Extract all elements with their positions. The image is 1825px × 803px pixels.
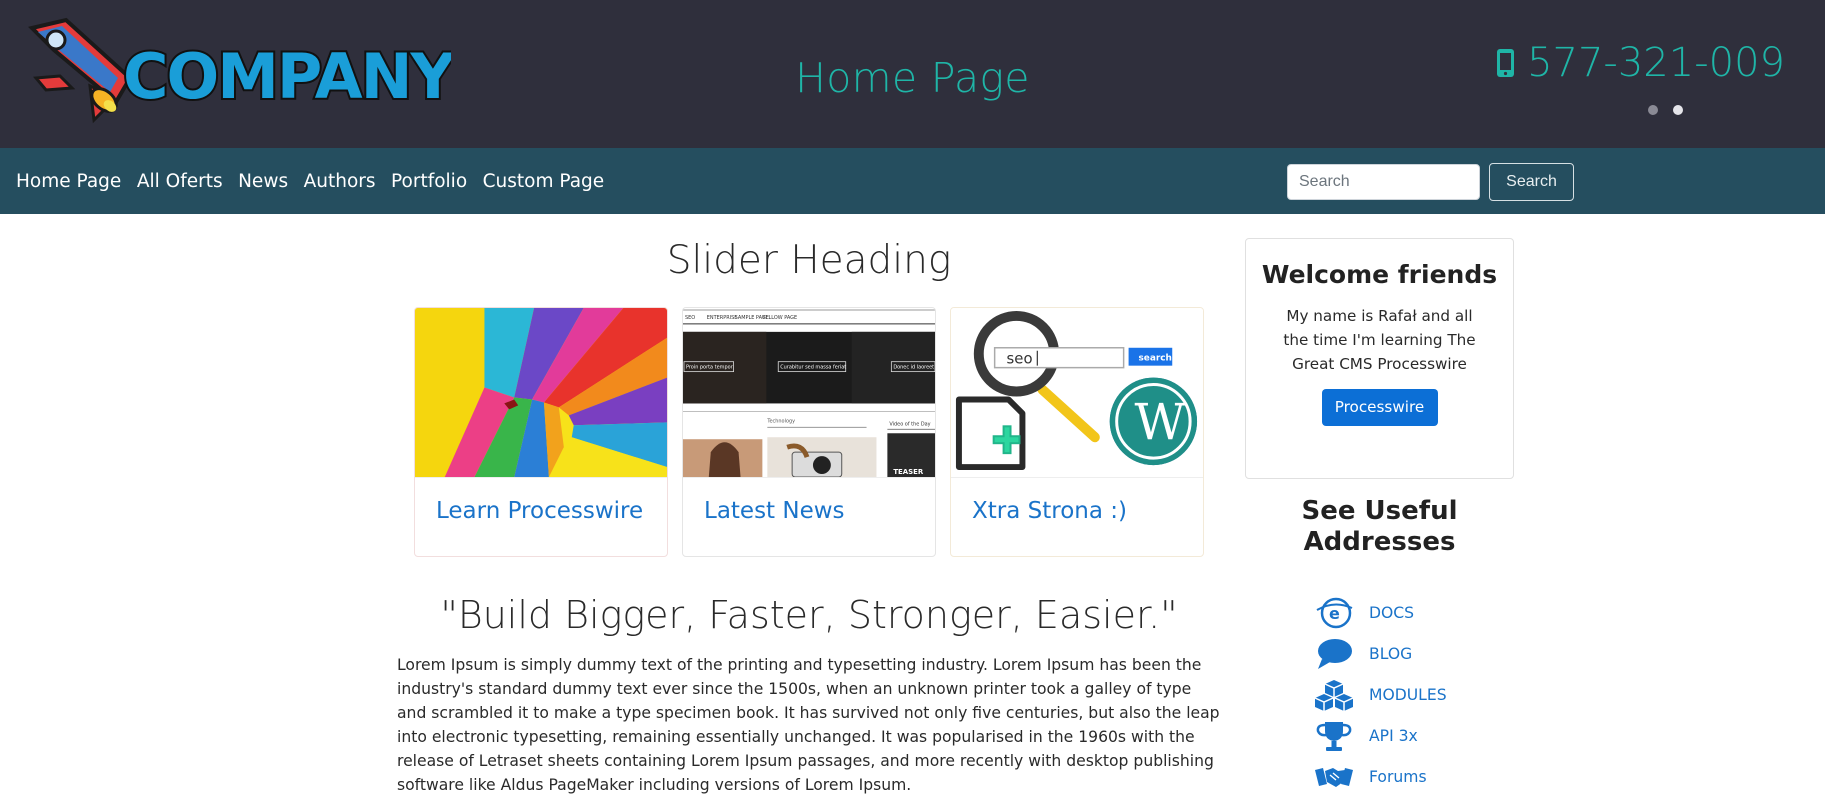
modules-icon (1313, 678, 1355, 712)
link-blog[interactable]: BLOG (1313, 633, 1447, 674)
card-title[interactable]: Latest News (683, 478, 935, 544)
svg-text:Curabitur sed massa feriat: Curabitur sed massa feriat (780, 365, 846, 371)
link-label[interactable]: API 3x (1369, 727, 1418, 745)
nav-item-all-oferts[interactable]: All Oferts (137, 171, 223, 192)
welcome-title: Welcome friends (1261, 260, 1498, 289)
card-title[interactable]: Xtra Strona :) (951, 478, 1203, 544)
card-xtra-strona[interactable]: seo search W Xtra Strona :) (950, 307, 1204, 557)
mobile-phone-icon (1497, 49, 1515, 77)
svg-text:Proin porta tempor: Proin porta tempor (686, 365, 734, 371)
card-title[interactable]: Learn Processwire (415, 478, 667, 544)
welcome-card: Welcome friends My name is Rafał and all… (1245, 238, 1514, 479)
svg-text:Video of the Day: Video of the Day (889, 421, 930, 427)
top-header: COMPANY Home Page 577-321-009 (0, 0, 1825, 148)
useful-addresses-title: See Useful Addresses (1301, 496, 1458, 557)
link-api[interactable]: API 3x (1313, 715, 1447, 756)
nav-item-news[interactable]: News (238, 171, 288, 192)
link-docs[interactable]: e DOCS (1313, 592, 1447, 633)
svg-text:e: e (1329, 604, 1340, 623)
welcome-text: My name is Rafał and all the time I'm le… (1283, 307, 1476, 373)
svg-text:Donec id laoreet: Donec id laoreet (893, 365, 934, 371)
svg-text:SEO: SEO (685, 315, 695, 321)
processwire-button[interactable]: Processwire (1321, 389, 1438, 426)
svg-text:seo: seo (1007, 350, 1033, 368)
link-label[interactable]: MODULES (1369, 686, 1447, 704)
nav-item-custom-page[interactable]: Custom Page (483, 171, 605, 192)
handshake-icon (1313, 760, 1355, 794)
body-text: Lorem Ipsum is simply dummy text of the … (397, 656, 1220, 794)
link-label[interactable]: BLOG (1369, 645, 1412, 663)
svg-text:YELLOW PAGE: YELLOW PAGE (761, 315, 797, 321)
svg-text:TEASER: TEASER (893, 468, 924, 476)
nav-item-home[interactable]: Home Page (16, 171, 121, 192)
link-modules[interactable]: MODULES (1313, 674, 1447, 715)
seo-wordpress-image: seo search W (951, 308, 1203, 478)
news-site-screenshot-image: SEO ENTERPRISE SAMPLE PAGE YELLOW PAGE P… (683, 308, 935, 478)
link-forums[interactable]: Forums (1313, 756, 1447, 797)
slider-heading: Slider Heading (666, 238, 952, 283)
docs-icon: e (1313, 596, 1355, 630)
nav-links: Home Page All Oferts News Authors Portfo… (16, 148, 620, 214)
link-label[interactable]: Forums (1369, 768, 1427, 786)
link-label[interactable]: DOCS (1369, 604, 1414, 622)
search-input[interactable] (1287, 164, 1480, 200)
svg-text:ENTERPRISE: ENTERPRISE (707, 315, 738, 321)
carousel-indicators (1648, 105, 1683, 115)
card-latest-news[interactable]: SEO ENTERPRISE SAMPLE PAGE YELLOW PAGE P… (682, 307, 936, 557)
quote-heading: "Build Bigger, Faster, Stronger, Easier.… (440, 593, 1178, 637)
svg-text:Technology: Technology (766, 418, 795, 424)
blog-icon (1313, 637, 1355, 671)
carousel-dot-active[interactable] (1673, 105, 1683, 115)
search-button[interactable]: Search (1489, 163, 1574, 201)
useful-links-list: e DOCS BLOG MODULES API 3x Forums (1313, 592, 1447, 797)
trophy-icon (1313, 719, 1355, 753)
carousel-dot[interactable] (1648, 105, 1658, 115)
svg-text:search: search (1139, 354, 1172, 364)
card-learn-processwire[interactable]: Learn Processwire (414, 307, 668, 557)
nav-item-authors[interactable]: Authors (304, 171, 376, 192)
phone-contact[interactable]: 577-321-009 (1496, 40, 1785, 86)
svg-text:W: W (1135, 393, 1186, 451)
hot-air-balloon-image (415, 308, 667, 478)
phone-number: 577-321-009 (1527, 40, 1785, 86)
nav-item-portfolio[interactable]: Portfolio (391, 171, 467, 192)
